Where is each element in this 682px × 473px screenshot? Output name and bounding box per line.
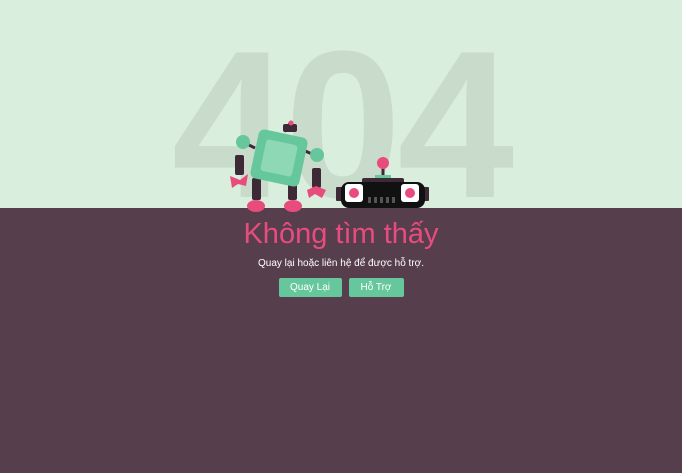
page-title: Không tìm thấy (243, 218, 439, 250)
robot-icon (230, 120, 326, 212)
broken-robot-head-icon (336, 157, 429, 208)
action-buttons: Quay Lại Hỗ Trợ (0, 278, 682, 297)
support-button[interactable]: Hỗ Trợ (348, 278, 404, 297)
illustration (230, 120, 429, 212)
page-subtitle: Quay lại hoặc liên hệ để được hỗ trợ. (257, 258, 424, 269)
back-button[interactable]: Quay Lại (278, 278, 342, 297)
